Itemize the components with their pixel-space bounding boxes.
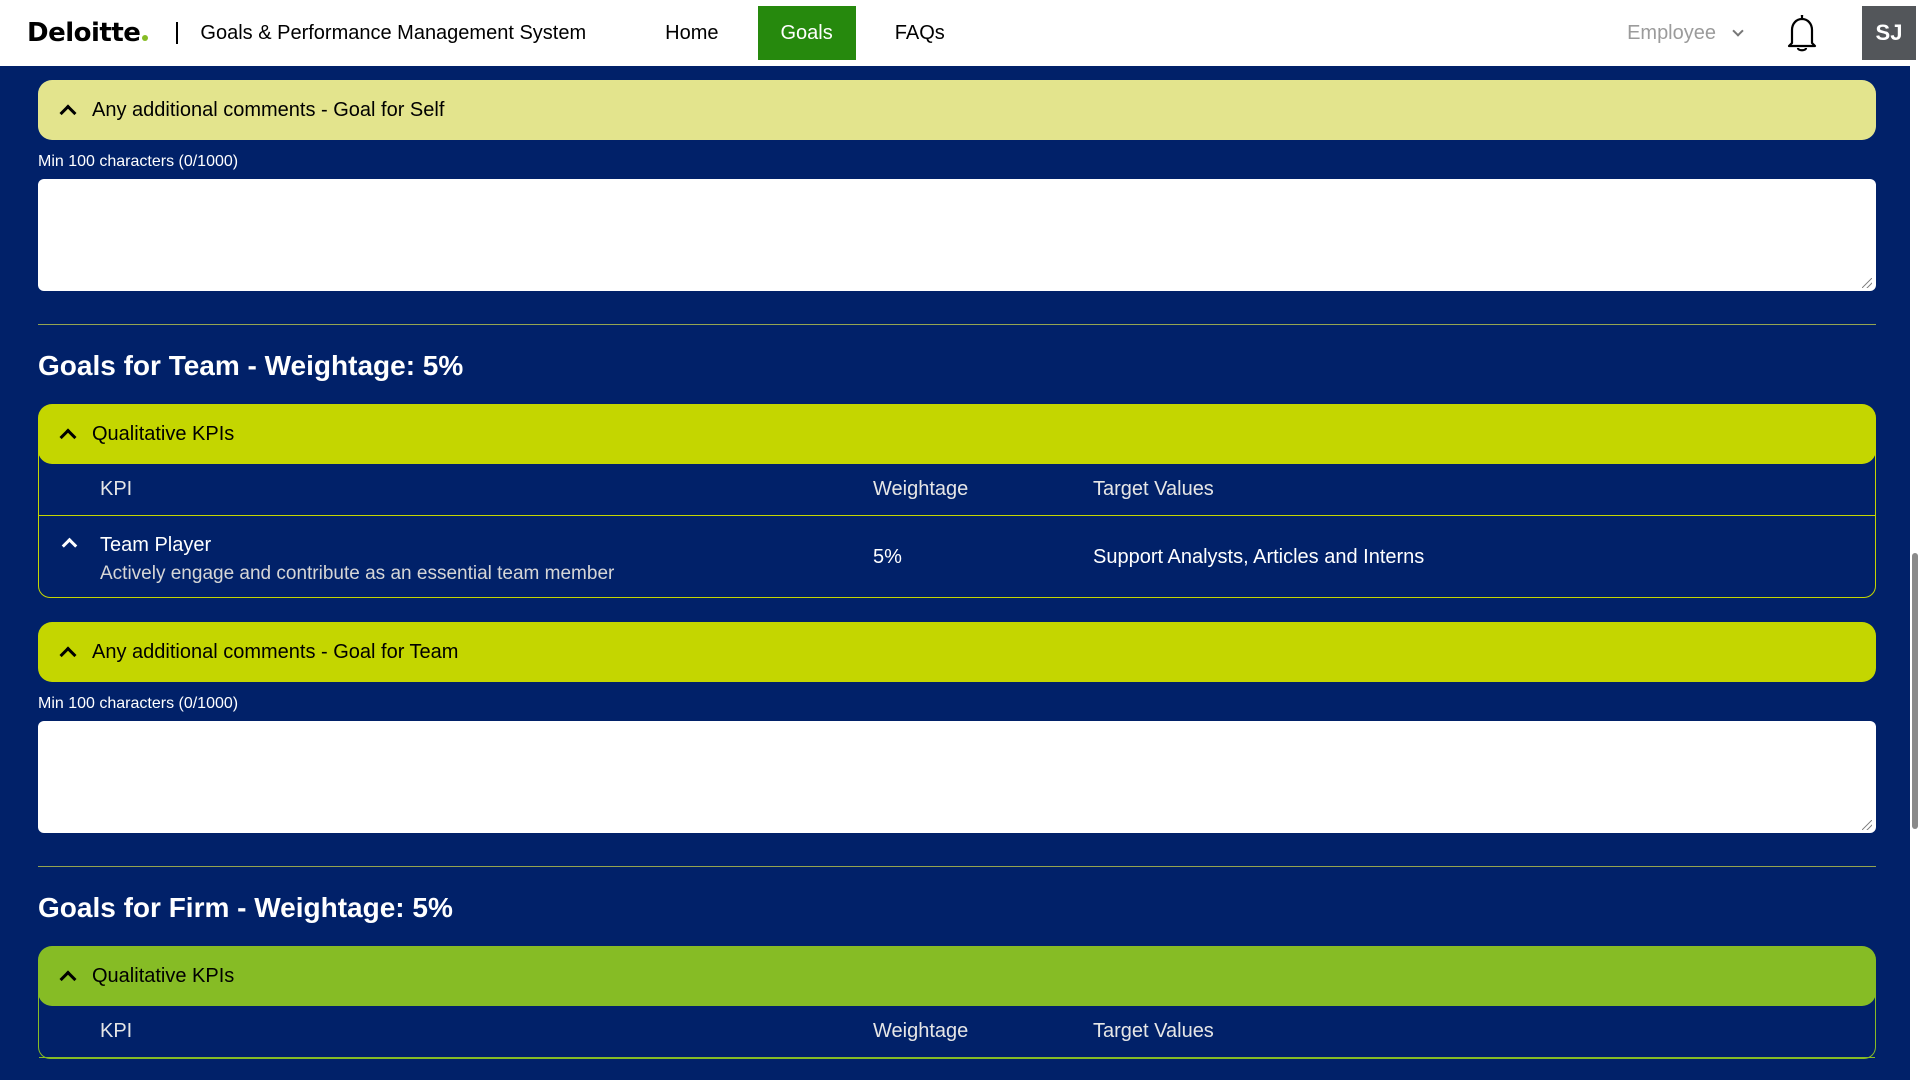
nav-faqs[interactable]: FAQs: [872, 6, 968, 60]
resize-handle[interactable]: [1862, 278, 1872, 288]
firm-kpis-title: Qualitative KPIs: [92, 964, 235, 987]
goals-content: Any additional comments - Goal for Self …: [38, 66, 1876, 1059]
section-divider: [38, 866, 1876, 867]
team-kpis-title: Qualitative KPIs: [92, 422, 235, 445]
main-nav: Home Goals FAQs: [642, 6, 968, 60]
team-comments-hint: Min 100 characters (0/1000): [38, 695, 239, 712]
logo-dot: [142, 35, 149, 41]
kpi-cell: Team Player Actively engage and contribu…: [100, 534, 873, 585]
role-dropdown[interactable]: Employee: [1627, 21, 1744, 45]
app-title: Goals & Performance Management System: [200, 21, 587, 44]
chevron-up-icon: [59, 646, 77, 664]
deloitte-logo[interactable]: Deloitte: [27, 18, 149, 48]
top-navbar: Deloitte Goals & Performance Management …: [0, 0, 1920, 66]
kpi-weightage: 5%: [873, 546, 902, 568]
firm-goals-title: Goals for Firm - Weightage: 5%: [38, 892, 453, 923]
column-weightage: Weightage: [873, 1020, 969, 1042]
column-target-values: Target Values: [1093, 478, 1214, 500]
scrollbar-thumb[interactable]: [1912, 553, 1918, 829]
column-target-values: Target Values: [1093, 1020, 1214, 1042]
column-weightage: Weightage: [873, 478, 969, 500]
team-comments-title: Any additional comments - Goal for Team: [92, 640, 459, 663]
kpi-name: Team Player: [100, 534, 212, 556]
nav-goals[interactable]: Goals: [757, 6, 856, 60]
scrollbar-track[interactable]: [1910, 66, 1920, 1080]
self-comments-title: Any additional comments - Goal for Self: [92, 98, 445, 121]
row-expand-toggle[interactable]: [39, 534, 100, 585]
header-divider: [176, 22, 179, 44]
chevron-up-icon: [59, 428, 77, 446]
self-comments-accordion[interactable]: Any additional comments - Goal for Self: [38, 80, 1876, 140]
team-kpi-table: KPI Weightage Target Values Team Player …: [38, 450, 1876, 598]
header-actions: Employee SJ: [1627, 0, 1920, 66]
firm-kpi-table: KPI Weightage Target Values: [38, 992, 1876, 1059]
kpi-target-values: Support Analysts, Articles and Interns: [1093, 546, 1425, 568]
column-kpi: KPI: [100, 478, 133, 500]
avatar[interactable]: SJ: [1862, 6, 1916, 60]
table-header: KPI Weightage Target Values: [39, 464, 1875, 516]
self-comments-hint: Min 100 characters (0/1000): [38, 153, 239, 170]
team-goals-title: Goals for Team - Weightage: 5%: [38, 350, 464, 381]
self-comments-textarea[interactable]: [38, 179, 1876, 291]
team-comments-textarea[interactable]: [38, 721, 1876, 833]
section-divider: [38, 324, 1876, 325]
nav-home[interactable]: Home: [642, 6, 741, 60]
chevron-down-icon: [1732, 25, 1744, 37]
chevron-up-icon: [61, 537, 78, 554]
chevron-up-icon: [59, 970, 77, 988]
column-kpi: KPI: [100, 1020, 133, 1042]
table-header: KPI Weightage Target Values: [39, 1006, 1875, 1058]
bell-icon[interactable]: [1782, 13, 1822, 53]
kpi-description: Actively engage and contribute as an ess…: [100, 563, 615, 584]
chevron-up-icon: [59, 104, 77, 122]
table-row: Team Player Actively engage and contribu…: [39, 516, 1875, 597]
brand-name: Deloitte: [27, 18, 141, 48]
team-comments-accordion[interactable]: Any additional comments - Goal for Team: [38, 622, 1876, 682]
role-dropdown-value: Employee: [1627, 21, 1716, 44]
resize-handle[interactable]: [1862, 820, 1872, 830]
